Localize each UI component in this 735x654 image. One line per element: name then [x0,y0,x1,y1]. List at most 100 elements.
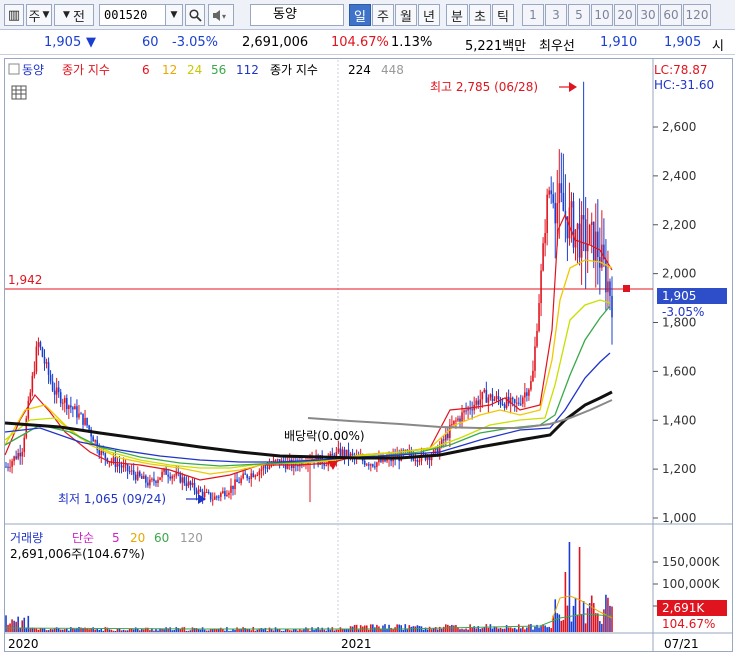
candle-body [57,387,60,393]
volume-bar [185,630,188,632]
volume-bar [134,627,137,632]
candle-body [511,397,514,400]
candle-body [374,466,376,468]
candle-body [147,482,149,486]
volume-bar [207,630,210,632]
volume-bar [588,603,591,632]
legend-long-ma-label: 종가 지수 [270,63,318,77]
candle-body [418,460,421,462]
candle-body [590,221,593,225]
candle-body [15,456,17,459]
candle-body [191,482,194,485]
volume-bar [215,629,218,632]
candle-body [13,456,15,462]
candle-body [345,449,348,457]
candle-body [136,471,139,480]
volume-bar [301,630,303,632]
candle-body [560,183,563,193]
volume-bar [428,626,431,632]
candle-body [262,466,265,470]
volume-bar [611,606,613,632]
volume-bar [17,616,19,632]
volume-bar [272,630,275,632]
volume-bar [96,628,99,632]
volume-text: 2,691,006주(104.67%) [10,547,145,561]
volume-bar [35,628,38,632]
volume-bar [236,627,238,632]
volume-bar [380,629,382,632]
candle-body [120,465,123,468]
volume-bar [317,627,319,632]
volume-bar [138,630,141,632]
candle-body [519,403,522,405]
volume-bar [292,629,295,632]
volume-bar [140,628,143,632]
candle-body [124,464,127,466]
volume-bar [540,626,542,632]
candle-body [94,440,96,442]
candle-body [49,374,52,382]
volume-bar [594,613,597,632]
volume-bar [163,629,165,632]
candle-body [609,281,611,296]
candle-body [59,392,62,404]
volume-bar [440,628,443,632]
volume-bar [262,629,265,632]
volume-bar [189,630,192,632]
volume-bar [313,629,315,632]
candle-body [258,470,261,475]
candle-body [363,461,366,465]
candle-body [134,474,137,480]
legend-collapse-icon[interactable] [8,63,20,75]
candle-body [530,381,532,390]
volume-bar [469,624,471,632]
volume-ma-120: 120 [180,531,203,545]
candle-body [501,404,504,406]
volume-tick-label: 150,000K [662,555,721,569]
volume-bar [122,629,125,632]
candle-body [226,494,228,497]
volume-bar [586,608,589,632]
candle-body [234,479,236,490]
candle-body [576,223,579,230]
candle-body [455,420,457,422]
candle-body [53,390,56,395]
volume-bar [550,628,552,632]
volume-bar [453,625,455,632]
volume-bar [554,599,557,632]
candle-body [222,491,224,494]
volume-bar [234,629,236,632]
volume-bar [250,630,253,632]
volume-bar [503,628,506,632]
volume-bar [465,628,467,632]
candle-body [250,473,253,480]
volume-bar [23,617,26,632]
volume-bar [201,627,204,632]
candle-body [78,413,80,418]
candle-body [169,476,171,479]
volume-bar [519,628,522,632]
candle-body [112,457,115,462]
volume-bar [384,624,386,632]
candle-body [546,194,548,234]
volume-bar [376,624,378,632]
volume-bar [517,624,520,632]
candle-body [189,481,192,485]
ref-line-label: 1,942 [8,273,42,287]
volume-bar [590,595,593,632]
grid-toggle-icon[interactable] [11,85,27,100]
volume-bar [246,629,248,632]
candle-body [173,475,176,477]
volume-bar [489,624,492,632]
volume-bar [572,605,575,632]
volume-bar [21,620,24,632]
volume-bar [157,630,159,632]
candle-body [232,485,234,490]
volume-bar [430,629,433,632]
volume-bar [526,627,528,632]
volume-bar [483,627,486,632]
volume-bar [61,629,64,632]
candle-body [181,477,184,483]
candle-body [145,475,147,483]
candle-body [11,461,13,467]
